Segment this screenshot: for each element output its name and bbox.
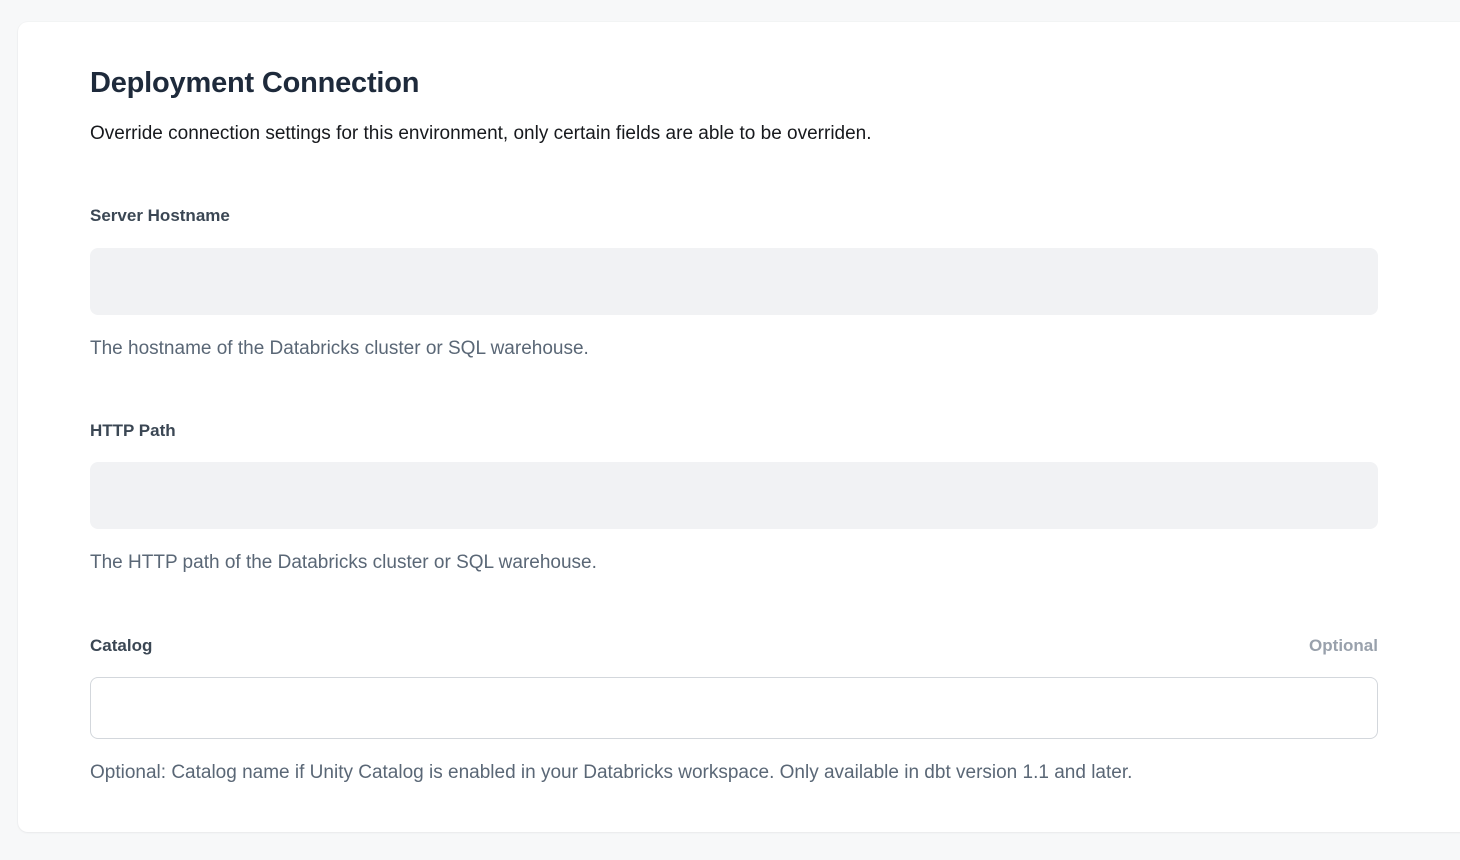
field-server-hostname: Server Hostname The hostname of the Data… [90,205,1378,361]
server-hostname-helper-text: The hostname of the Databricks cluster o… [90,337,1378,362]
field-catalog: Catalog Optional Optional: Catalog name … [90,635,1378,786]
card-content: Deployment Connection Override connectio… [18,22,1378,786]
catalog-optional-badge: Optional [1309,636,1378,656]
http-path-helper-text: The HTTP path of the Databricks cluster … [90,551,1378,576]
catalog-label: Catalog [90,635,152,657]
catalog-input[interactable] [90,677,1378,739]
catalog-helper-text: Optional: Catalog name if Unity Catalog … [90,761,1378,786]
page-subtitle: Override connection settings for this en… [90,121,1378,147]
label-row: HTTP Path [90,420,1378,442]
http-path-input [90,462,1378,529]
server-hostname-label: Server Hostname [90,205,230,227]
deployment-connection-card: Deployment Connection Override connectio… [18,22,1460,832]
label-row: Catalog Optional [90,635,1378,657]
http-path-label: HTTP Path [90,420,176,442]
label-row: Server Hostname [90,205,1378,227]
server-hostname-input [90,248,1378,315]
field-http-path: HTTP Path The HTTP path of the Databrick… [90,420,1378,576]
page-title: Deployment Connection [90,66,1378,101]
